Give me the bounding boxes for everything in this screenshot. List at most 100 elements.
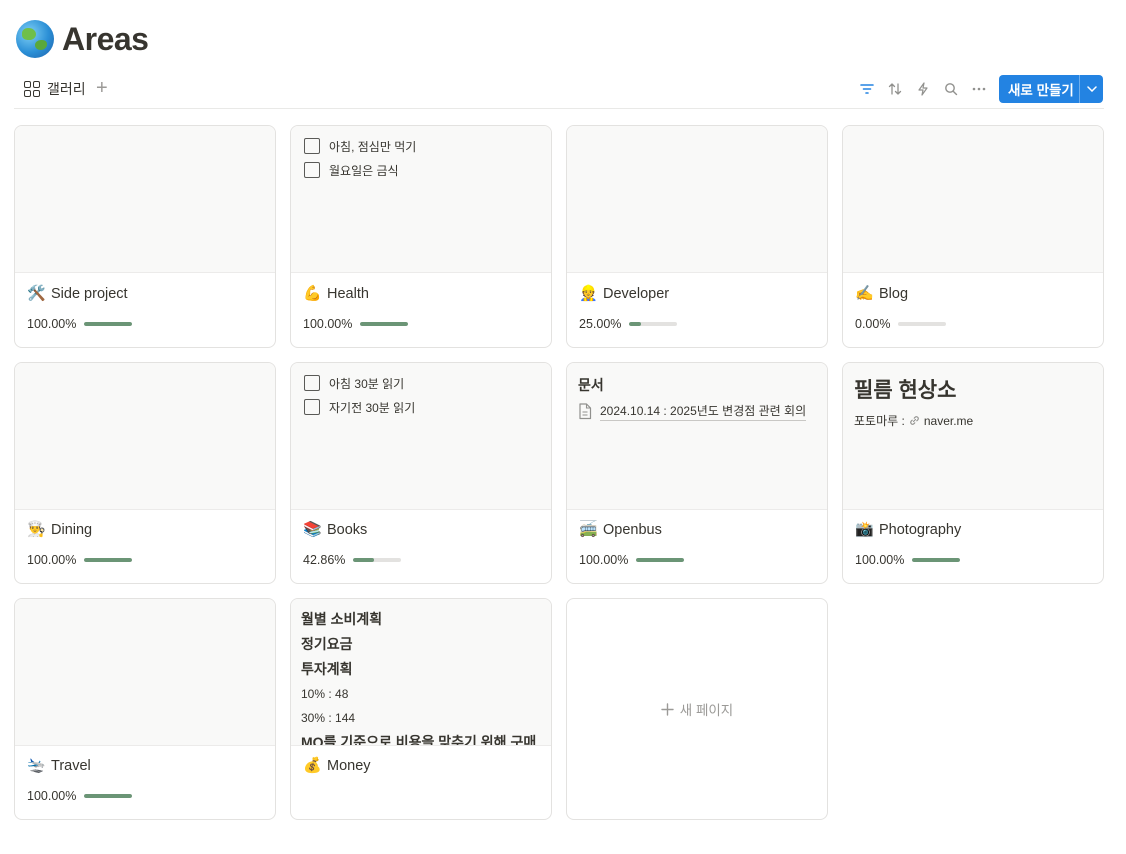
card-title: Side project (51, 286, 128, 302)
progress: 42.86% (303, 553, 402, 567)
preview-heading: 문서 (578, 377, 604, 393)
progress: 100.00% (27, 317, 133, 331)
airplane-arrival-icon: 🛬 (27, 757, 46, 774)
progress-text: 42.86% (303, 553, 346, 567)
gallery-card-photography[interactable]: 필름 현상소 포토마루 : naver.me 📸 Photography 100… (842, 362, 1104, 584)
page-header: Areas (16, 20, 149, 58)
view-tab-gallery[interactable]: 갤러리 (24, 79, 86, 99)
todo-item: 아침 30분 읽기 (304, 371, 538, 395)
progress: 100.00% (579, 553, 685, 567)
plus-icon (661, 702, 674, 716)
construction-worker-icon: 👷 (579, 285, 598, 302)
page-link[interactable]: 2024.10.14 : 2025년도 변경점 관련 회의 (578, 402, 816, 421)
checkbox[interactable] (304, 138, 320, 154)
gallery-card-books[interactable]: 아침 30분 읽기 자기전 30분 읽기 📚 Books 42.86% (290, 362, 552, 584)
todo-item: 자기전 30분 읽기 (304, 395, 538, 419)
flexed-biceps-icon: 💪 (303, 285, 322, 302)
page-title[interactable]: Areas (62, 21, 149, 58)
external-link[interactable]: naver.me (924, 414, 973, 428)
gallery-card-side-project[interactable]: 🛠️ Side project 100.00% (14, 125, 276, 348)
writing-hand-icon: ✍️ (855, 285, 874, 302)
progress-bar (360, 322, 409, 326)
card-preview: 필름 현상소 포토마루 : naver.me (843, 363, 1103, 510)
progress: 100.00% (27, 789, 133, 803)
gallery-card-openbus[interactable]: 문서 2024.10.14 : 2025년도 변경점 관련 회의 🚎 Openb… (566, 362, 828, 584)
globe-asia-icon[interactable] (16, 20, 54, 58)
gallery-card-blog[interactable]: ✍️ Blog 0.00% (842, 125, 1104, 348)
view-tab-label: 갤러리 (47, 81, 86, 97)
progress-text: 100.00% (27, 789, 77, 803)
preview-heading: 필름 현상소 (854, 379, 957, 402)
card-preview: 문서 2024.10.14 : 2025년도 변경점 관련 회의 (567, 363, 827, 510)
progress-bar (353, 558, 402, 562)
new-button-label: 새로 만들기 (1008, 83, 1074, 98)
card-preview (15, 126, 275, 273)
card-title: Blog (879, 286, 909, 302)
progress-text: 100.00% (27, 317, 77, 331)
checkbox[interactable] (304, 162, 320, 178)
progress: 25.00% (579, 317, 678, 331)
progress-bar (912, 558, 961, 562)
search-icon[interactable] (941, 79, 961, 99)
progress-bar (84, 322, 133, 326)
gallery-card-travel[interactable]: 🛬 Travel 100.00% (14, 598, 276, 820)
progress-bar (84, 794, 133, 798)
todo-item: 아침, 점심만 먹기 (304, 134, 538, 158)
progress-text: 100.00% (855, 553, 905, 567)
view-bar: 갤러리 + 새로 만들기 (14, 73, 1104, 109)
gallery-card-money[interactable]: 월별 소비계획 정기요금 투자계획 10% : 48 30% : 144 MQ를… (290, 598, 552, 820)
filter-icon[interactable] (857, 79, 877, 99)
card-title: Openbus (603, 522, 662, 538)
checkbox[interactable] (304, 375, 320, 391)
more-icon[interactable] (969, 79, 989, 99)
card-preview (567, 126, 827, 273)
progress-text: 0.00% (855, 317, 891, 331)
card-preview: 아침, 점심만 먹기 월요일은 금식 (291, 126, 551, 273)
progress: 0.00% (855, 317, 947, 331)
document-icon (579, 403, 592, 420)
progress: 100.00% (855, 553, 961, 567)
progress-bar (629, 322, 678, 326)
progress-text: 100.00% (579, 553, 629, 567)
page-link-text: 2024.10.14 : 2025년도 변경점 관련 회의 (600, 402, 807, 421)
new-button[interactable]: 새로 만들기 (999, 75, 1103, 103)
gallery-card-developer[interactable]: 👷 Developer 25.00% (566, 125, 828, 348)
progress-text: 25.00% (579, 317, 622, 331)
new-page-card[interactable]: 새 페이지 (566, 598, 828, 820)
card-title: Health (327, 286, 369, 302)
money-bag-icon: 💰 (303, 757, 322, 774)
camera-flash-icon: 📸 (855, 521, 874, 538)
card-title: Dining (51, 522, 93, 538)
progress: 100.00% (303, 317, 409, 331)
card-preview (843, 126, 1103, 273)
card-preview: 월별 소비계획 정기요금 투자계획 10% : 48 30% : 144 MQ를… (291, 599, 551, 746)
progress-bar (898, 322, 947, 326)
add-view-button[interactable]: + (96, 77, 108, 99)
progress-bar (636, 558, 685, 562)
tools-icon: 🛠️ (27, 285, 46, 302)
card-preview: 아침 30분 읽기 자기전 30분 읽기 (291, 363, 551, 510)
progress-bar (84, 558, 133, 562)
new-page-label: 새 페이지 (679, 703, 734, 718)
progress-text: 100.00% (303, 317, 353, 331)
progress-text: 100.00% (27, 553, 77, 567)
card-preview (15, 599, 275, 746)
sort-icon[interactable] (885, 79, 905, 99)
gallery-card-dining[interactable]: 👨‍🍳 Dining 100.00% (14, 362, 276, 584)
books-icon: 📚 (303, 521, 322, 538)
automation-icon[interactable] (913, 79, 933, 99)
cook-icon: 👨‍🍳 (27, 521, 46, 538)
progress: 100.00% (27, 553, 133, 567)
card-title: Developer (603, 286, 670, 302)
trolleybus-icon: 🚎 (579, 521, 598, 538)
card-title: Books (327, 522, 368, 538)
card-title: Travel (51, 758, 91, 774)
gallery-card-health[interactable]: 아침, 점심만 먹기 월요일은 금식 💪 Health 100.00% (290, 125, 552, 348)
gallery-icon (24, 81, 40, 97)
card-title: Photography (879, 522, 962, 538)
card-preview (15, 363, 275, 510)
link-icon (910, 416, 919, 425)
card-title: Money (327, 758, 371, 774)
checkbox[interactable] (304, 399, 320, 415)
chevron-down-icon[interactable] (1080, 86, 1103, 92)
